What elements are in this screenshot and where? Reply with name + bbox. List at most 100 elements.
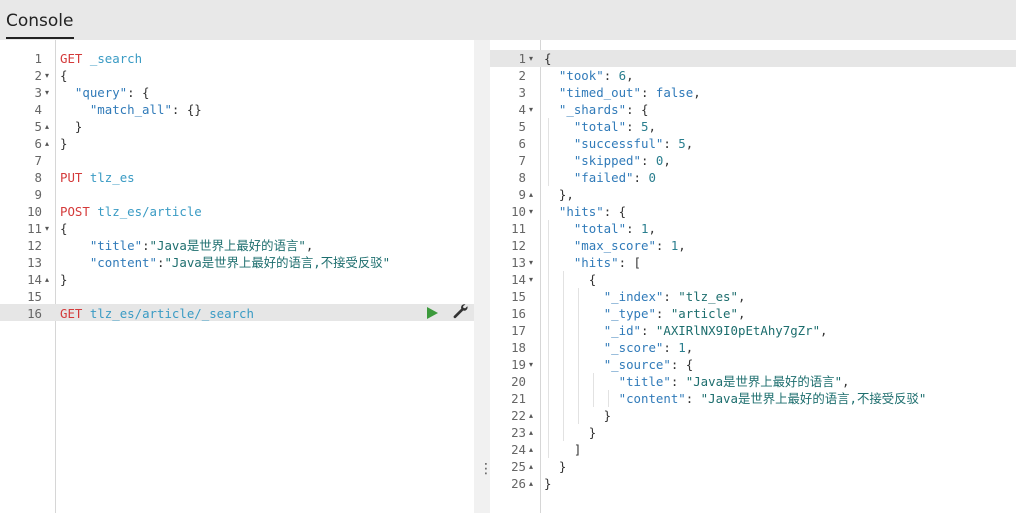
line-number: 6 <box>34 136 42 151</box>
code-token: PUT <box>60 170 83 185</box>
code-line: "took": 6, <box>544 67 634 84</box>
code-token: , <box>305 238 314 253</box>
code-token: "match_all" <box>89 102 172 117</box>
code-token: "hits" <box>573 255 619 270</box>
line-number: 16 <box>511 306 526 321</box>
code-token: : <box>655 306 671 321</box>
code-line: "failed": 0 <box>544 169 656 186</box>
fold-open-icon[interactable]: ▾ <box>529 356 533 373</box>
code-token: }, <box>544 187 574 202</box>
code-token: "_type" <box>603 306 656 321</box>
code-token: } <box>60 119 83 134</box>
code-token: "query" <box>74 85 128 100</box>
response-viewer[interactable]: 1 ▾{2 "took": 6, 3 "timed_out": false, 4 ▾ "… <box>490 40 1016 513</box>
request-editor[interactable]: 1 GET _search 2 ▾{3 ▾ "query": {4 "match_all… <box>0 40 474 513</box>
code-line: "hits": [ <box>544 254 641 271</box>
code-line: "timed_out": false, <box>544 84 701 101</box>
line-number: 14 <box>27 272 42 287</box>
code-line: POST tlz_es/article <box>60 203 202 220</box>
code-token: "content" <box>618 391 686 406</box>
code-token: "skipped" <box>573 153 641 168</box>
code-token: "_score" <box>603 340 664 355</box>
code-token: 5 <box>678 136 686 151</box>
fold-close-icon[interactable]: ▴ <box>45 135 49 152</box>
indent-guide <box>608 390 609 407</box>
fold-close-icon[interactable]: ▴ <box>45 118 49 135</box>
fold-close-icon[interactable]: ▴ <box>529 186 533 203</box>
code-line: } <box>544 475 551 492</box>
line-number: 24 <box>511 442 526 457</box>
line-number: 11 <box>511 221 526 236</box>
code-token: : <box>626 221 641 236</box>
code-token: : {} <box>171 102 202 117</box>
fold-open-icon[interactable]: ▾ <box>529 101 533 118</box>
line-number: 9 <box>518 187 526 202</box>
code-token: } <box>544 476 552 491</box>
code-line: "_id": "AXIRlNX9I0pEtAhy7gZr", <box>544 322 828 339</box>
code-token: "_source" <box>603 357 671 372</box>
line-number: 25 <box>511 459 526 474</box>
code-token: false <box>655 85 694 100</box>
line-number: 3 <box>518 85 526 100</box>
line-number: 8 <box>34 170 42 185</box>
code-token: , <box>663 153 671 168</box>
code-token: ] <box>544 442 582 457</box>
play-icon[interactable] <box>427 307 438 319</box>
fold-close-icon[interactable]: ▴ <box>529 475 533 492</box>
line-number: 15 <box>27 289 42 304</box>
fold-open-icon[interactable]: ▾ <box>45 220 49 237</box>
fold-open-icon[interactable]: ▾ <box>45 84 49 101</box>
line-number: 15 <box>511 289 526 304</box>
fold-open-icon[interactable]: ▾ <box>45 67 49 84</box>
code-token: : { <box>670 357 694 372</box>
code-token: tlz_es <box>89 170 135 185</box>
wrench-icon[interactable] <box>452 303 468 319</box>
line-number: 2 <box>518 68 526 83</box>
code-token: : { <box>626 102 649 117</box>
code-token: "_id" <box>603 323 641 338</box>
code-line: "total": 1, <box>544 220 656 237</box>
code-line: { <box>60 220 67 237</box>
drag-handle-icon[interactable]: ⋮ <box>479 462 493 476</box>
pane-divider[interactable]: ⋮ <box>474 40 493 513</box>
line-number: 14 <box>511 272 526 287</box>
code-token: : <box>663 340 679 355</box>
line-number: 11 <box>27 221 42 236</box>
code-line: { <box>60 67 67 84</box>
code-token: "took" <box>558 68 604 83</box>
line-number: 1 <box>518 51 526 66</box>
line-number: 6 <box>518 136 526 151</box>
code-token: : <box>655 238 671 253</box>
fold-close-icon[interactable]: ▴ <box>529 441 533 458</box>
code-token: , <box>737 289 746 304</box>
fold-open-icon[interactable]: ▾ <box>529 254 533 271</box>
code-line: "_index": "tlz_es", <box>544 288 746 305</box>
code-line: }, <box>544 186 574 203</box>
fold-close-icon[interactable]: ▴ <box>529 458 533 475</box>
code-token: "total" <box>573 119 627 134</box>
tab-console[interactable]: Console <box>6 10 74 39</box>
code-line: "content": "Java是世界上最好的语言,不接受反驳" <box>544 390 927 407</box>
fold-close-icon[interactable]: ▴ <box>529 424 533 441</box>
code-token: GET <box>60 51 83 66</box>
code-token: POST <box>60 204 90 219</box>
code-token: "Java是世界上最好的语言" <box>149 238 306 253</box>
code-token: : <box>640 153 656 168</box>
line-number: 10 <box>511 204 526 219</box>
code-token: : { <box>127 85 150 100</box>
code-line: ] <box>544 441 581 458</box>
fold-open-icon[interactable]: ▾ <box>529 203 533 220</box>
fold-close-icon[interactable]: ▴ <box>45 271 49 288</box>
fold-open-icon[interactable]: ▾ <box>529 50 533 67</box>
line-number: 16 <box>27 306 42 321</box>
fold-open-icon[interactable]: ▾ <box>529 271 533 288</box>
fold-close-icon[interactable]: ▴ <box>529 407 533 424</box>
code-token: "title" <box>89 238 143 253</box>
line-number: 17 <box>511 323 526 338</box>
